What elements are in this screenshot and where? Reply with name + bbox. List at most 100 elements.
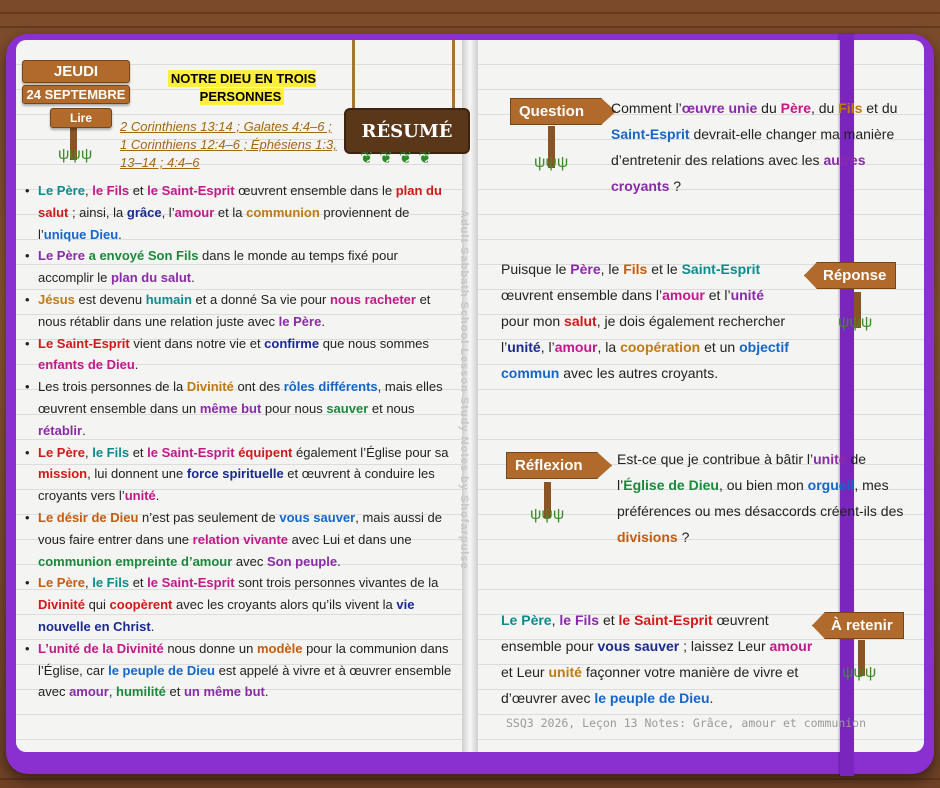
- highlighted-term: le Saint-Esprit: [147, 183, 235, 198]
- text-run: sont trois personnes vivantes de la: [234, 575, 439, 591]
- highlighted-term: L’unité de la Divinité: [38, 640, 164, 656]
- highlighted-term: le Fils: [92, 444, 130, 460]
- text-run: .: [82, 422, 86, 438]
- list-item: Les trois personnes de la Divinité ont d…: [22, 376, 456, 441]
- highlighted-term: Père: [780, 100, 811, 116]
- highlighted-term: relation vivante: [192, 531, 289, 547]
- highlighted-term: confirme: [264, 335, 320, 351]
- highlighted-term: vous sauver: [279, 509, 356, 525]
- highlighted-term: force spirituelle: [186, 466, 284, 482]
- text-run: et nous: [368, 400, 415, 416]
- highlighted-term: Le Saint-Esprit: [38, 335, 130, 351]
- text-run: Comment l’: [611, 100, 682, 116]
- question-sign: Question: [510, 98, 616, 125]
- day-sign: JEUDI 24 SEPTEMBRE Lire: [22, 60, 130, 128]
- read-label: Lire: [50, 108, 112, 128]
- highlighted-term: orgueil: [807, 477, 855, 493]
- text-run: ; ainsi, la: [68, 204, 127, 220]
- list-item: Le Père a envoyé Son Fils dans le monde …: [22, 245, 456, 289]
- reflexion-sign: Réflexion: [506, 452, 612, 479]
- highlighted-term: unité: [813, 451, 847, 467]
- highlighted-term: rôles différents: [283, 379, 378, 395]
- highlighted-term: le Fils: [92, 575, 130, 591]
- highlighted-term: sauver: [326, 400, 369, 416]
- grass-icon: ψψψ: [58, 146, 93, 163]
- text-run: , la: [597, 339, 621, 355]
- highlighted-term: le Fils: [559, 612, 600, 628]
- highlighted-term: communion empreinte d’amour: [38, 553, 233, 569]
- text-run: du: [757, 100, 781, 116]
- list-item: Jésus est devenu humain et a donné Sa vi…: [22, 289, 456, 333]
- highlighted-term: divisions: [617, 529, 678, 545]
- text-run: .: [118, 226, 122, 242]
- highlighted-term: unité: [507, 339, 541, 355]
- grass-icon: ψψψ: [530, 506, 565, 523]
- text-run: œuvrent ensemble dans l’: [501, 287, 663, 303]
- highlighted-term: le Saint-Esprit: [147, 444, 235, 460]
- text-run: œuvrent ensemble dans le: [234, 183, 396, 198]
- highlighted-term: amour: [662, 287, 705, 303]
- text-run: .: [709, 690, 714, 706]
- text-run: et un: [700, 339, 740, 355]
- text-run: avec Lui et dans une: [288, 531, 412, 547]
- list-item: Le Père, le Fils et le Saint-Esprit œuvr…: [22, 180, 456, 245]
- text-run: avec les croyants alors qu’ils vivent la: [172, 597, 397, 613]
- text-run: également l’Église pour sa: [292, 444, 449, 460]
- text-run: Est-ce que je contribue à bâtir l’: [617, 451, 814, 467]
- highlighted-term: humilité: [116, 684, 166, 700]
- text-run: et: [129, 444, 148, 460]
- text-run: , lui donnent une: [87, 466, 187, 482]
- highlighted-term: Père: [570, 261, 601, 277]
- highlighted-term: coopération: [620, 339, 701, 355]
- highlighted-term: modèle: [256, 640, 303, 656]
- text-run: que nous sommes: [319, 335, 429, 351]
- text-run: .: [134, 357, 139, 373]
- text-run: est devenu: [74, 291, 146, 307]
- text-run: vient dans notre vie et: [129, 335, 265, 351]
- highlighted-term: Le Père: [38, 444, 85, 460]
- text-run: et Leur: [501, 664, 549, 680]
- list-item: Le désir de Dieu n’est pas seulement de …: [22, 507, 456, 572]
- highlighted-term: Son peuple: [267, 553, 338, 569]
- grass-icon: ψψψ: [838, 314, 873, 331]
- reponse-text: Puisque le Père, le Fils et le Saint-Esp…: [501, 256, 793, 386]
- footer-note: SSQ3 2026, Leçon 13 Notes: Grâce, amour …: [506, 716, 867, 730]
- list-item: Le Père, le Fils et le Saint-Esprit équi…: [22, 442, 456, 507]
- highlighted-term: le Fils: [92, 183, 130, 198]
- list-item: L’unité de la Divinité nous donne un mod…: [22, 638, 456, 703]
- highlighted-term: Le Père: [501, 612, 552, 628]
- highlighted-term: Saint-Esprit: [681, 261, 761, 277]
- highlighted-term: coopèrent: [109, 597, 173, 613]
- highlighted-term: salut: [564, 313, 597, 329]
- text-run: ?: [677, 529, 690, 545]
- text-run: ; laissez Leur: [679, 638, 770, 654]
- highlighted-term: a envoyé Son Fils: [88, 248, 199, 264]
- text-run: Les trois personnes de la: [38, 379, 187, 395]
- resume-sign: RÉSUMÉ ❦❦❦❦: [340, 40, 470, 175]
- text-run: .: [337, 553, 341, 569]
- text-run: .: [191, 270, 195, 286]
- highlighted-term: unité: [730, 287, 765, 303]
- highlighted-term: Le désir de Dieu: [38, 509, 139, 525]
- retenir-sign: À retenir: [812, 612, 904, 639]
- scripture-references[interactable]: 2 Corinthiens 13:14 ; Galates 4:4–6 ; 1 …: [120, 118, 340, 172]
- grass-icon: ψψψ: [842, 664, 877, 681]
- text-run: ?: [669, 178, 682, 194]
- highlighted-term: unique Dieu: [43, 226, 119, 242]
- reflexion-text: Est-ce que je contribue à bâtir l’unité …: [617, 446, 909, 550]
- text-run: et le: [647, 261, 682, 277]
- highlighted-term: mission: [38, 466, 88, 482]
- text-run: , l’: [540, 339, 555, 355]
- highlighted-term: Jésus: [38, 291, 75, 307]
- highlighted-term: nous racheter: [329, 291, 416, 307]
- lesson-title: NOTRE DIEU EN TROIS PERSONNES: [162, 70, 322, 106]
- highlighted-term: enfants de Dieu: [38, 357, 135, 373]
- highlighted-term: Saint-Esprit: [611, 126, 690, 142]
- grass-icon: ψψψ: [534, 154, 569, 171]
- text-run: .: [321, 313, 325, 329]
- highlighted-term: unité: [548, 664, 582, 680]
- reflexion-label: Réflexion: [506, 452, 612, 479]
- text-run: nous donne un: [163, 640, 257, 656]
- highlighted-term: Divinité: [38, 597, 85, 613]
- text-run: avec les autres croyants.: [559, 365, 719, 381]
